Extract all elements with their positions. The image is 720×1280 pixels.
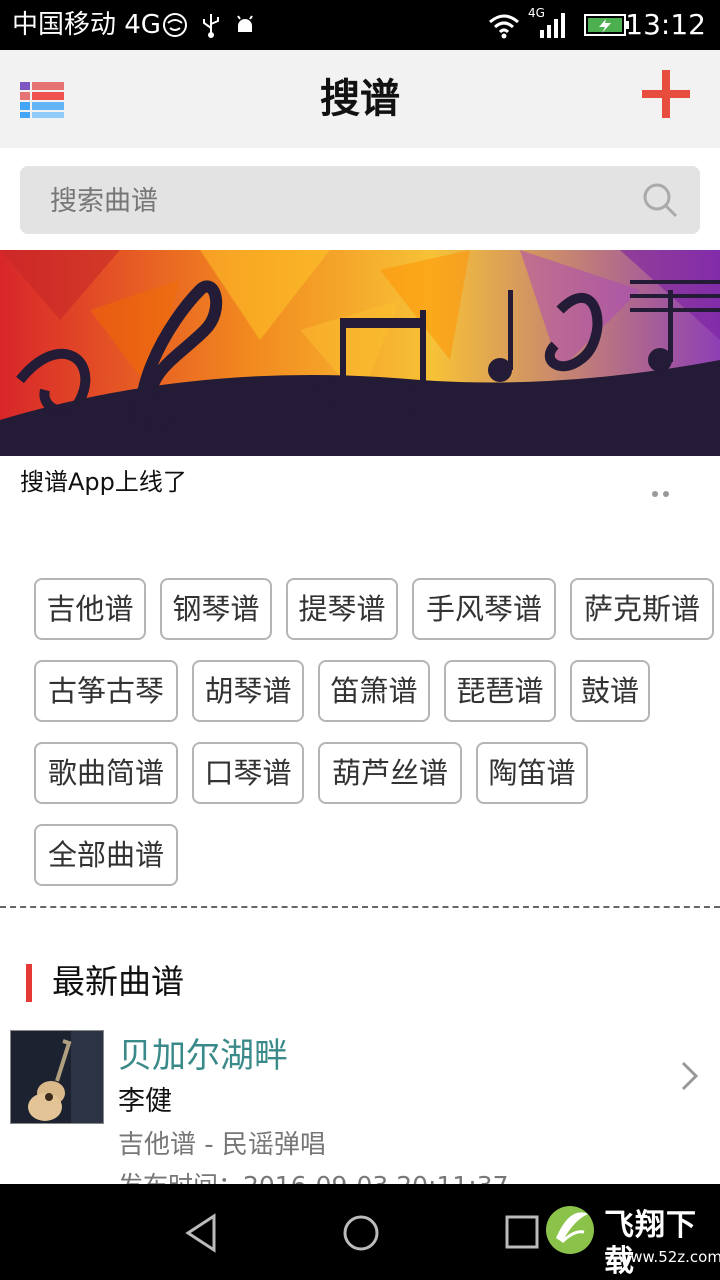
app-header: 搜谱 (0, 50, 720, 148)
wifi-icon (489, 14, 519, 39)
watermark-name: 飞翔下载 (604, 1208, 697, 1279)
chevron-right-icon (681, 1061, 699, 1091)
score-thumbnail (10, 1030, 104, 1124)
tag-harmonica[interactable]: 口琴谱 (192, 742, 304, 804)
page-dot (652, 491, 658, 497)
dashed-divider (0, 906, 720, 908)
search-input[interactable] (48, 176, 612, 226)
watermark-url: www.52z.com (618, 1248, 720, 1266)
tag-row: 歌曲简谱 口琴谱 葫芦丝谱 陶笛谱 (34, 742, 714, 824)
tag-accordion[interactable]: 手风琴谱 (412, 578, 556, 640)
tag-huqin[interactable]: 胡琴谱 (192, 660, 304, 722)
score-artist: 李健 (118, 1086, 172, 1117)
plus-icon[interactable] (640, 68, 692, 120)
recents-icon[interactable] (498, 1208, 548, 1258)
tag-drum[interactable]: 鼓谱 (570, 660, 650, 722)
tag-all-scores[interactable]: 全部曲谱 (34, 824, 178, 886)
home-icon[interactable] (336, 1208, 386, 1258)
tag-violin[interactable]: 提琴谱 (286, 578, 398, 640)
tag-guitar[interactable]: 吉他谱 (34, 578, 146, 640)
signal-icon (540, 13, 565, 38)
banner-caption: 搜谱App上线了 (20, 468, 187, 496)
tag-guzheng[interactable]: 古筝古琴 (34, 660, 178, 722)
tag-row: 全部曲谱 (34, 824, 714, 906)
tag-flute[interactable]: 笛箫谱 (318, 660, 430, 722)
score-category: 吉他谱 - 民谣弹唱 (118, 1130, 326, 1160)
status-bar: 中国移动 4G 4G 13:12 (0, 0, 720, 50)
tag-piano[interactable]: 钢琴谱 (160, 578, 272, 640)
banner-image[interactable] (0, 250, 720, 456)
back-icon[interactable] (178, 1208, 228, 1258)
battery-charging-icon (584, 14, 629, 36)
android-debug-icon (237, 15, 253, 32)
smiley-notification-icon (163, 13, 187, 37)
tag-song-notation[interactable]: 歌曲简谱 (34, 742, 178, 804)
section-accent-bar (26, 964, 32, 1002)
tag-saxophone[interactable]: 萨克斯谱 (570, 578, 714, 640)
score-title: 贝加尔湖畔 (118, 1036, 288, 1076)
music-notes-banner-graphic (0, 250, 720, 456)
category-tags: 吉他谱 钢琴谱 提琴谱 手风琴谱 萨克斯谱 古筝古琴 胡琴谱 笛箫谱 琵琶谱 鼓谱 歌曲简谱 口琴… (34, 578, 714, 906)
clock: 13:12 (625, 8, 706, 41)
tag-pipa[interactable]: 琵琶谱 (444, 660, 556, 722)
page-title: 搜谱 (320, 76, 400, 122)
guitar-thumbnail-image (11, 1031, 103, 1123)
section-title: 最新曲谱 (52, 962, 184, 1001)
page-dot (663, 491, 669, 497)
tag-row: 吉他谱 钢琴谱 提琴谱 手风琴谱 萨克斯谱 (34, 578, 714, 660)
tag-ocarina[interactable]: 陶笛谱 (476, 742, 588, 804)
tag-hulusi[interactable]: 葫芦丝谱 (318, 742, 462, 804)
carrier-label: 中国移动 4G (12, 10, 161, 40)
tag-row: 古筝古琴 胡琴谱 笛箫谱 琵琶谱 鼓谱 (34, 660, 714, 742)
search-bar[interactable] (20, 166, 700, 234)
score-list-item[interactable]: 贝加尔湖畔 李健 吉他谱 - 民谣弹唱 发布时间：2016-09-03 20:1… (0, 1026, 720, 1186)
banner-page-indicator (652, 482, 674, 501)
search-icon[interactable] (640, 180, 680, 220)
usb-icon (203, 14, 219, 38)
